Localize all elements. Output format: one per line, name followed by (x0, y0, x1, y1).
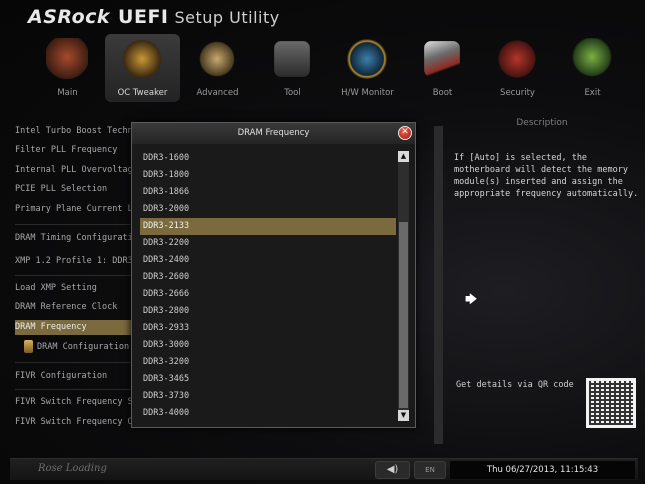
tab-tool-label: Tool (284, 88, 301, 98)
advanced-icon (196, 38, 238, 80)
menu-divider (15, 389, 135, 390)
menu-item-dram-timing[interactable]: DRAM Timing Configuration (15, 231, 135, 246)
dialog-titlebar: DRAM Frequency ✕ (132, 123, 415, 144)
tab-main-label: Main (57, 88, 78, 98)
menu-item-xmp-profile[interactable]: XMP 1.2 Profile 1: DDR3-2400 (15, 254, 135, 269)
list-item[interactable]: DDR3-2600 (140, 269, 396, 286)
settings-list: Intel Turbo Boost Technology Filter PLL … (10, 118, 135, 434)
tab-tool[interactable]: Tool (255, 34, 330, 102)
tab-boot[interactable]: Boot (405, 34, 480, 102)
settings-scrollbar[interactable] (434, 126, 443, 444)
dialog-title: DRAM Frequency (237, 128, 310, 138)
menu-item-pcie-pll[interactable]: PCIE PLL Selection (15, 182, 135, 197)
tab-security-label: Security (500, 88, 535, 98)
description-text: If [Auto] is selected, the motherboard w… (454, 153, 639, 199)
scroll-up-icon[interactable]: ▲ (398, 151, 409, 162)
menu-item-dram-ref-clock[interactable]: DRAM Reference Clock (15, 300, 135, 315)
tab-advanced[interactable]: Advanced (180, 34, 255, 102)
hw-monitor-icon (346, 38, 388, 80)
list-item[interactable]: DDR3-1800 (140, 167, 396, 184)
menu-item-internal-pll[interactable]: Internal PLL Overvoltage (15, 163, 135, 178)
menu-item-dram-frequency[interactable]: DRAM Frequency (15, 320, 135, 335)
list-item[interactable]: DDR3-2800 (140, 303, 396, 320)
list-item[interactable]: DDR3-2933 (140, 320, 396, 337)
tab-security[interactable]: Security (480, 34, 555, 102)
list-item[interactable]: DDR3-2200 (140, 235, 396, 252)
tab-hw-monitor-label: H/W Monitor (341, 88, 394, 98)
list-item[interactable]: DDR3-2400 (140, 252, 396, 269)
list-item[interactable]: DDR3-3730 (140, 388, 396, 405)
asrock-logo: ASRock UEFI Setup Utility (28, 6, 280, 28)
dram-frequency-dialog: DRAM Frequency ✕ DDR3-1600 DDR3-1800 DDR… (131, 122, 416, 428)
scroll-down-icon[interactable]: ▼ (398, 410, 409, 421)
boot-icon (424, 41, 460, 77)
tab-oc-tweaker[interactable]: OC Tweaker (105, 34, 180, 102)
tab-exit[interactable]: Exit (555, 34, 630, 102)
mouse-cursor-icon: 🡆 (465, 292, 478, 306)
list-item[interactable]: DDR3-2666 (140, 286, 396, 303)
menu-item-turbo-boost[interactable]: Intel Turbo Boost Technology (15, 124, 135, 139)
oc-tweaker-icon (121, 38, 163, 80)
menu-item-load-xmp[interactable]: Load XMP Setting (15, 281, 135, 296)
description-title: Description (516, 118, 568, 128)
description-panel: Description If [Auto] is selected, the m… (444, 116, 640, 438)
list-item[interactable]: DDR3-4000 (140, 405, 396, 422)
exit-icon (571, 38, 613, 80)
menu-item-fivr-config[interactable]: FIVR Configuration (15, 369, 135, 384)
list-item[interactable]: DDR3-1600 (140, 150, 396, 167)
footer-bar: Rose Loading ◀) EN Thu 06/27/2013, 11:15… (10, 458, 638, 480)
product-subtitle: Setup Utility (174, 8, 280, 27)
qr-code-pattern (589, 381, 633, 425)
menu-divider (15, 362, 135, 363)
list-item[interactable]: DDR3-1866 (140, 184, 396, 201)
list-item[interactable]: DDR3-3200 (140, 354, 396, 371)
language-button[interactable]: EN (414, 461, 446, 479)
tab-boot-label: Boot (432, 88, 453, 98)
qr-code (586, 378, 636, 428)
tab-main[interactable]: Main (30, 34, 105, 102)
menu-divider (15, 224, 135, 225)
product-name: UEFI (118, 6, 169, 28)
menu-item-dram-configuration[interactable]: DRAM Configuration (37, 340, 135, 355)
tab-oc-tweaker-label: OC Tweaker (117, 88, 168, 98)
menu-item-fivr-switch-sig[interactable]: FIVR Switch Frequency Signature (15, 395, 135, 410)
menu-item-filter-pll[interactable]: Filter PLL Frequency (15, 143, 135, 158)
tab-exit-label: Exit (584, 88, 601, 98)
dialog-scrollbar[interactable]: ▲ ▼ (398, 151, 409, 421)
qr-label: Get details via QR code (456, 380, 574, 390)
tab-hw-monitor[interactable]: H/W Monitor (330, 34, 405, 102)
scroll-thumb[interactable] (399, 222, 408, 408)
close-icon[interactable]: ✕ (398, 126, 412, 140)
list-item[interactable]: DDR3-3000 (140, 337, 396, 354)
menu-item-fivr-switch-offset[interactable]: FIVR Switch Frequency Offset (15, 415, 135, 430)
security-icon (496, 38, 538, 80)
list-item[interactable]: DDR3-2133 (140, 218, 396, 235)
list-item[interactable]: DDR3-2000 (140, 201, 396, 218)
folder-icon (24, 340, 33, 353)
main-icon (46, 38, 88, 80)
brand-name: ASRock (28, 6, 111, 28)
header: ASRock UEFI Setup Utility (0, 0, 645, 34)
datetime-display: Thu 06/27/2013, 11:15:43 (450, 461, 635, 479)
menu-divider (15, 275, 135, 276)
speaker-icon[interactable]: ◀) (375, 461, 410, 479)
main-nav: Main OC Tweaker Advanced Tool H/W Monito… (30, 34, 630, 102)
frequency-options-list: DDR3-1600 DDR3-1800 DDR3-1866 DDR3-2000 … (140, 150, 396, 422)
signature: Rose Loading (38, 463, 107, 474)
list-item[interactable]: DDR3-3465 (140, 371, 396, 388)
menu-item-primary-plane[interactable]: Primary Plane Current Limit (15, 202, 135, 217)
tool-icon (274, 41, 310, 77)
tab-advanced-label: Advanced (196, 88, 239, 98)
